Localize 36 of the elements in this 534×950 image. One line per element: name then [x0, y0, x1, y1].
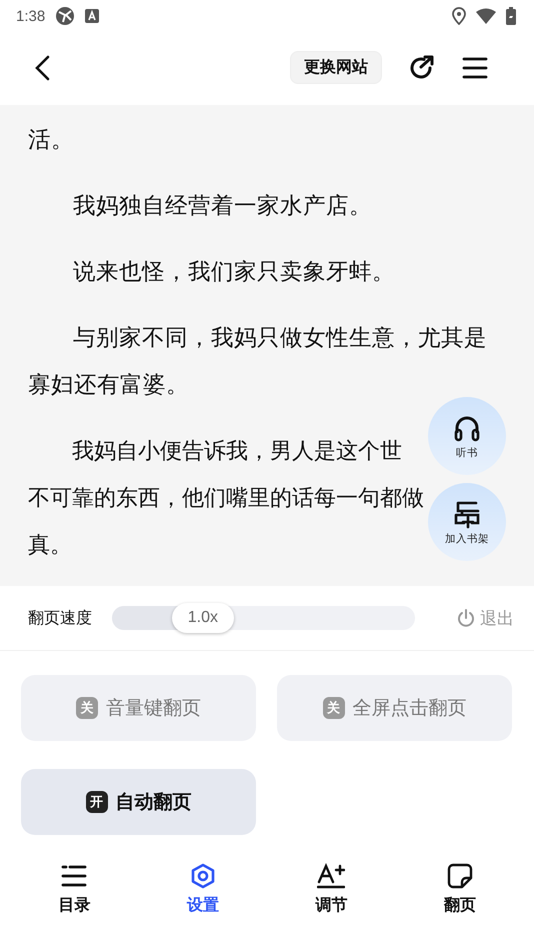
wifi-icon — [476, 8, 496, 24]
text-paragraph: 说来也怪，我们家只卖象牙蚌。 — [72, 258, 396, 287]
tab-item[interactable]: 目录 — [34, 863, 114, 916]
text-line: 不可靠的东西，他们嘴里的话每一句都做 — [28, 485, 424, 513]
settings-icon — [190, 863, 216, 889]
switch-badge: 开 — [86, 791, 108, 813]
back-icon[interactable] — [34, 54, 50, 80]
tab-item[interactable]: 设置 — [162, 863, 243, 916]
font-size-icon — [317, 863, 346, 889]
clock: 1:38 — [16, 8, 46, 24]
tab-item[interactable]: 翻页 — [420, 863, 500, 916]
page-turn-toggle[interactable]: 关 音量键翻页 — [21, 675, 256, 741]
text-line: 真。 — [28, 532, 72, 560]
keyboard-icon — [85, 9, 100, 23]
refresh-icon[interactable] — [408, 54, 436, 82]
switch-badge: 关 — [322, 697, 344, 719]
text-line: 我妈自小便告诉我，男人是这个世 — [71, 438, 402, 466]
page-turn-toggle[interactable]: 开 自动翻页 — [21, 769, 256, 835]
text-paragraph: 与别家不同，我妈只做女性生意，尤其是寡妇还有富婆。 — [28, 324, 488, 400]
text-paragraph: 活。 — [28, 126, 75, 155]
text-paragraph: 我妈独自经营着一家水产店。 — [72, 192, 373, 221]
page-icon — [446, 863, 473, 889]
location-icon — [452, 7, 466, 25]
battery-icon — [506, 7, 516, 25]
speed-label: 翻页速度 — [28, 608, 93, 628]
menu-icon[interactable] — [462, 56, 488, 78]
speed-slider[interactable]: 1.0x — [112, 606, 415, 630]
list-icon — [61, 863, 88, 889]
tab-item[interactable]: 调节 — [291, 863, 372, 916]
change-site-button[interactable]: 更换网站 — [290, 51, 382, 84]
page-turn-toggle[interactable]: 关 全屏点击翻页 — [277, 675, 512, 741]
add-to-shelf-button[interactable]: 加入书架 — [428, 483, 506, 561]
slider-thumb[interactable]: 1.0x — [172, 603, 234, 633]
power-icon — [456, 608, 476, 628]
switch-badge: 关 — [76, 697, 98, 719]
listen-button[interactable]: 听书 — [428, 397, 506, 475]
